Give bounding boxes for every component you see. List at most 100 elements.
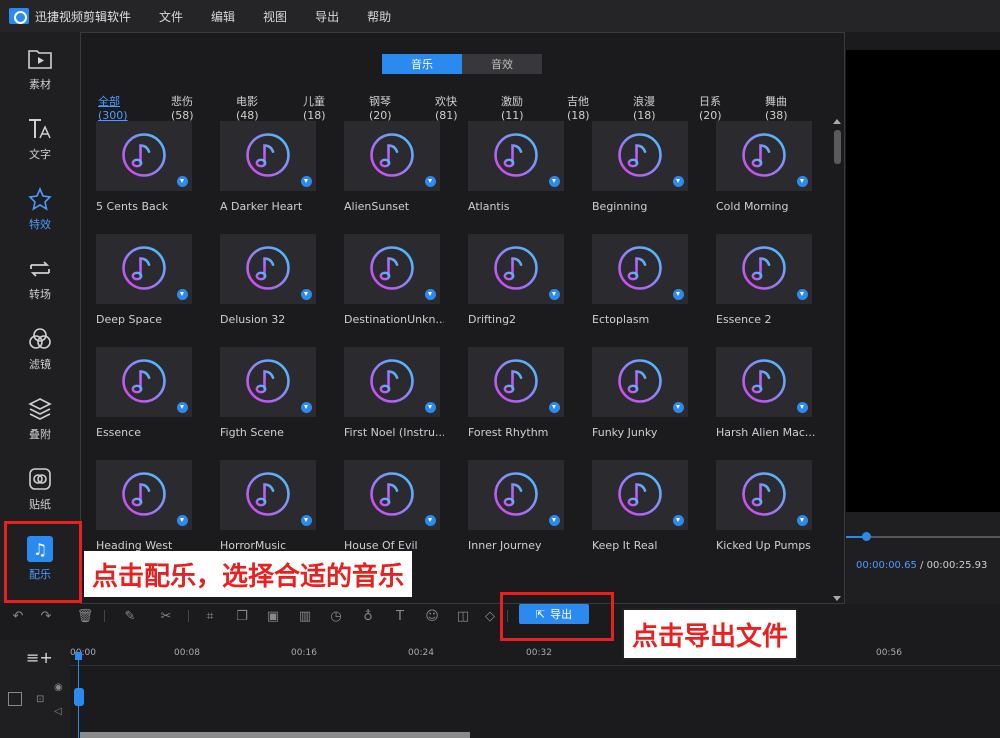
track-card[interactable]: Essence 2 (716, 234, 816, 326)
download-icon[interactable] (177, 515, 188, 526)
download-icon[interactable] (425, 289, 436, 300)
track-card[interactable]: First Noel (Instru... (344, 347, 444, 439)
download-icon[interactable] (301, 289, 312, 300)
clip-marker[interactable] (74, 688, 84, 706)
download-icon[interactable] (673, 515, 684, 526)
track-card[interactable]: Funky Junky (592, 347, 692, 439)
download-icon[interactable] (425, 402, 436, 413)
menu-view[interactable]: 视图 (263, 8, 287, 25)
eye-icon[interactable]: ◉ (54, 682, 63, 693)
track-card[interactable]: Kicked Up Pumps (716, 460, 816, 552)
track-card[interactable]: House Of Evil (344, 460, 444, 552)
seek-handle[interactable] (862, 532, 871, 541)
sidebar-item-media[interactable]: 素材 (0, 38, 80, 106)
track-thumbnail[interactable] (592, 121, 688, 191)
track-card[interactable]: 5 Cents Back (96, 121, 196, 213)
track-card[interactable]: DestinationUnkn... (344, 234, 444, 326)
category-tab[interactable]: 欢快(81) (435, 93, 458, 122)
track-card[interactable]: Ectoplasm (592, 234, 692, 326)
keyframe-icon[interactable]: ◇ (482, 608, 498, 624)
timeline-ruler[interactable]: 00:00 00:08 00:16 00:24 00:32 00:56 (70, 640, 1000, 666)
crop-icon[interactable]: ⌗ (202, 608, 218, 624)
track-thumbnail[interactable] (716, 121, 812, 191)
menu-export[interactable]: 导出 (315, 8, 339, 25)
track-card[interactable]: A Darker Heart (220, 121, 320, 213)
track-thumbnail[interactable] (468, 121, 564, 191)
download-icon[interactable] (425, 515, 436, 526)
cut-icon[interactable]: ✂ (158, 608, 174, 624)
track-card[interactable]: Inner Journey (468, 460, 568, 552)
mic-icon[interactable]: ♁ (360, 608, 376, 624)
category-tab[interactable]: 舞曲(38) (765, 93, 788, 122)
audio-bars-icon[interactable]: ▥ (297, 608, 313, 624)
tab-sound-effects[interactable]: 音效 (462, 54, 542, 74)
category-tab[interactable]: 全部(300) (98, 93, 128, 122)
track-card[interactable]: AlienSunset (344, 121, 444, 213)
download-icon[interactable] (177, 402, 188, 413)
track-thumbnail[interactable] (468, 347, 564, 417)
voice-change-icon[interactable]: ☺ (424, 608, 440, 624)
category-tab[interactable]: 儿童(18) (303, 93, 326, 122)
copy-icon[interactable]: ❐ (234, 608, 250, 624)
picture-in-picture-icon[interactable]: ◫ (455, 608, 471, 624)
scroll-down-icon[interactable] (833, 596, 841, 601)
track-thumbnail[interactable] (344, 234, 440, 304)
sidebar-item-text[interactable]: 文字 (0, 108, 80, 176)
download-icon[interactable] (549, 289, 560, 300)
category-tab[interactable]: 钢琴(20) (369, 93, 392, 122)
redo-icon[interactable]: ↷ (38, 608, 54, 624)
menu-edit[interactable]: 编辑 (211, 8, 235, 25)
download-icon[interactable] (797, 515, 808, 526)
track-card[interactable]: Figth Scene (220, 347, 320, 439)
download-icon[interactable] (301, 402, 312, 413)
track-card[interactable]: Harsh Alien Mac... (716, 347, 816, 439)
menu-file[interactable]: 文件 (159, 8, 183, 25)
download-icon[interactable] (549, 176, 560, 187)
track-thumbnail[interactable] (716, 234, 812, 304)
track-thumbnail[interactable] (96, 347, 192, 417)
add-track-icon[interactable]: ≡+ (26, 648, 53, 667)
track-card[interactable]: Forest Rhythm (468, 347, 568, 439)
track-thumbnail[interactable] (220, 121, 316, 191)
clock-icon[interactable]: ◷ (328, 608, 344, 624)
category-tab[interactable]: 日系(20) (699, 93, 722, 122)
mosaic-icon[interactable]: ▣ (265, 608, 281, 624)
track-thumbnail[interactable] (220, 234, 316, 304)
track-thumbnail[interactable] (716, 347, 812, 417)
track-thumbnail[interactable] (220, 347, 316, 417)
download-icon[interactable] (797, 289, 808, 300)
category-tab[interactable]: 激励(11) (501, 93, 524, 122)
category-tab[interactable]: 浪漫(18) (633, 93, 656, 122)
download-icon[interactable] (301, 176, 312, 187)
track-thumbnail[interactable] (344, 121, 440, 191)
track-card[interactable]: Delusion 32 (220, 234, 320, 326)
track-card[interactable]: Cold Morning (716, 121, 816, 213)
track-thumbnail[interactable] (468, 460, 564, 530)
track-thumbnail[interactable] (592, 234, 688, 304)
sidebar-item-transition[interactable]: 转场 (0, 248, 80, 316)
download-icon[interactable] (301, 515, 312, 526)
download-icon[interactable] (673, 176, 684, 187)
delete-icon[interactable]: 🗑 (77, 608, 94, 624)
text-audio-icon[interactable]: T (392, 608, 408, 624)
track-thumbnail[interactable] (220, 460, 316, 530)
download-icon[interactable] (797, 402, 808, 413)
track-card[interactable]: Keep It Real (592, 460, 692, 552)
track-thumbnail[interactable] (716, 460, 812, 530)
scroll-up-icon[interactable] (833, 119, 841, 124)
scroll-thumb[interactable] (833, 130, 841, 164)
track-card[interactable]: HorrorMusic (220, 460, 320, 552)
track-thumbnail[interactable] (344, 460, 440, 530)
download-icon[interactable] (797, 176, 808, 187)
edit-pen-icon[interactable]: ✎ (122, 608, 138, 624)
track-card[interactable]: Drifting2 (468, 234, 568, 326)
sidebar-item-effects[interactable]: 特效 (0, 178, 80, 246)
track-thumbnail[interactable] (344, 347, 440, 417)
category-tab[interactable]: 吉他(18) (567, 93, 590, 122)
lock-icon[interactable]: ⊡ (36, 694, 44, 705)
download-icon[interactable] (177, 289, 188, 300)
sidebar-item-overlay[interactable]: 叠附 (0, 388, 80, 456)
sidebar-item-filter[interactable]: 滤镜 (0, 318, 80, 386)
menu-help[interactable]: 帮助 (367, 8, 391, 25)
track-thumbnail[interactable] (96, 121, 192, 191)
